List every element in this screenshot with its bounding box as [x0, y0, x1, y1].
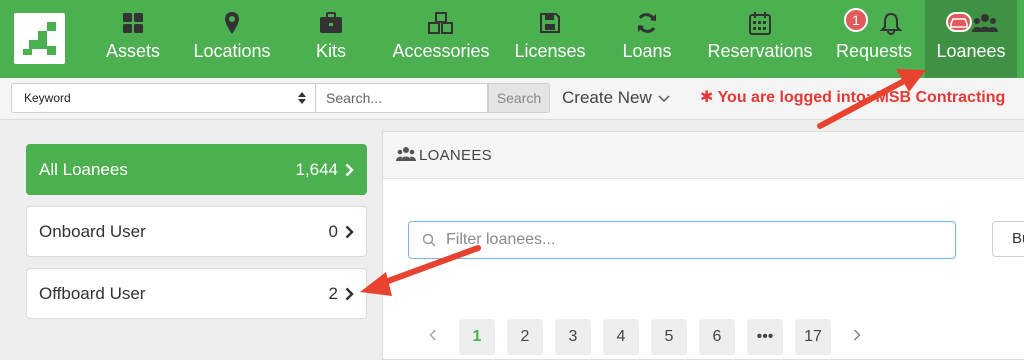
pagination-page[interactable]: 6 [699, 319, 735, 355]
sort-caret-icon [298, 92, 306, 104]
nav-label: Licenses [514, 41, 586, 61]
nav-label: Requests [835, 41, 913, 61]
search-field-select[interactable]: Keyword [11, 83, 316, 113]
search-placeholder: Search... [326, 90, 383, 106]
filter-placeholder: Filter loanees... [446, 231, 556, 248]
filter-loanees-input[interactable]: Filter loanees... [408, 221, 956, 259]
pagination-page[interactable]: 2 [507, 319, 543, 355]
logged-in-notice: ✱ You are logged into: MSB Contracting [700, 89, 1006, 106]
nav-label: Reservations [707, 41, 813, 61]
bulk-actions-button[interactable]: Bu [992, 221, 1024, 257]
nav-label: Assets [105, 41, 161, 61]
refresh-icon [638, 13, 656, 33]
briefcase-icon [320, 12, 342, 33]
sidebar-item-count: 0 [328, 222, 338, 241]
nav-reservations[interactable]: Reservations [702, 0, 818, 78]
pagination-page[interactable]: 5 [651, 319, 687, 355]
nav-label: Locations [193, 41, 271, 61]
nav-label: Loans [622, 41, 672, 61]
create-new-dropdown[interactable]: Create New [562, 83, 670, 113]
pagination-page[interactable]: 17 [795, 319, 831, 355]
bell-icon [880, 12, 902, 35]
search-input[interactable]: Search... [316, 83, 488, 113]
nav-label: Kits [315, 41, 346, 61]
logo-icon [19, 18, 60, 59]
nav-loanees[interactable]: Loanees [925, 0, 1017, 78]
sidebar-item-offboard-user[interactable]: Offboard User 2 [26, 268, 367, 319]
nav-locations[interactable]: Locations [184, 0, 280, 78]
sidebar-item-count: 2 [328, 284, 338, 303]
search-button[interactable]: Search [488, 83, 550, 113]
chevron-down-icon [658, 94, 670, 102]
chevron-left-icon [429, 329, 437, 341]
nav-label: Accessories [392, 41, 490, 61]
sidebar-item-label: All Loanees [39, 160, 128, 179]
app-logo[interactable] [14, 13, 65, 64]
chevron-right-icon [345, 163, 354, 177]
sidebar-item-onboard-user[interactable]: Onboard User 0 [26, 206, 367, 257]
grid-icon [123, 13, 143, 33]
chevron-right-icon [345, 287, 354, 301]
loanee-filter-sidebar: All Loanees 1,644 Onboard User 0 Offboar… [0, 128, 380, 360]
sidebar-item-label: Offboard User [39, 284, 146, 303]
search-icon [422, 233, 436, 247]
calendar-icon [749, 12, 771, 35]
search-bar: Keyword Search... Search Create New ✱ Yo… [0, 78, 1024, 120]
pagination-ellipsis[interactable]: ••• [747, 319, 783, 355]
nav-requests[interactable]: 1 Requests [830, 0, 918, 78]
pagination-next[interactable] [839, 319, 875, 355]
loanees-panel: LOANEES Filter loanees... Bu 1 2 3 4 5 6… [382, 131, 1024, 360]
map-marker-icon [225, 12, 239, 34]
pagination-page[interactable]: 1 [459, 319, 495, 355]
nav-label: Loanees [936, 41, 1006, 61]
nav-accessories[interactable]: Accessories [388, 0, 494, 78]
cubes-icon [428, 12, 453, 34]
chevron-right-icon [853, 329, 861, 341]
sidebar-item-all-loanees[interactable]: All Loanees 1,644 [26, 144, 367, 195]
pagination-page[interactable]: 3 [555, 319, 591, 355]
top-nav-bar: Assets Locations Kits Accessories Licens… [0, 0, 1024, 78]
floppy-disk-icon [540, 13, 560, 33]
search-field-value: Keyword [24, 91, 71, 105]
panel-title: LOANEES [419, 147, 492, 164]
create-new-label: Create New [562, 88, 652, 107]
pagination-prev[interactable] [415, 319, 451, 355]
nav-assets[interactable]: Assets [96, 0, 170, 78]
chevron-right-icon [345, 225, 354, 239]
nav-kits[interactable]: Kits [302, 0, 360, 78]
nav-loans[interactable]: Loans [618, 0, 676, 78]
loanees-users-icon [946, 12, 998, 32]
sidebar-item-label: Onboard User [39, 222, 146, 241]
panel-header: LOANEES [383, 132, 1024, 179]
users-icon [396, 147, 416, 161]
sidebar-item-count: 1,644 [295, 160, 338, 179]
pagination-page[interactable]: 4 [603, 319, 639, 355]
nav-licenses[interactable]: Licenses [510, 0, 590, 78]
